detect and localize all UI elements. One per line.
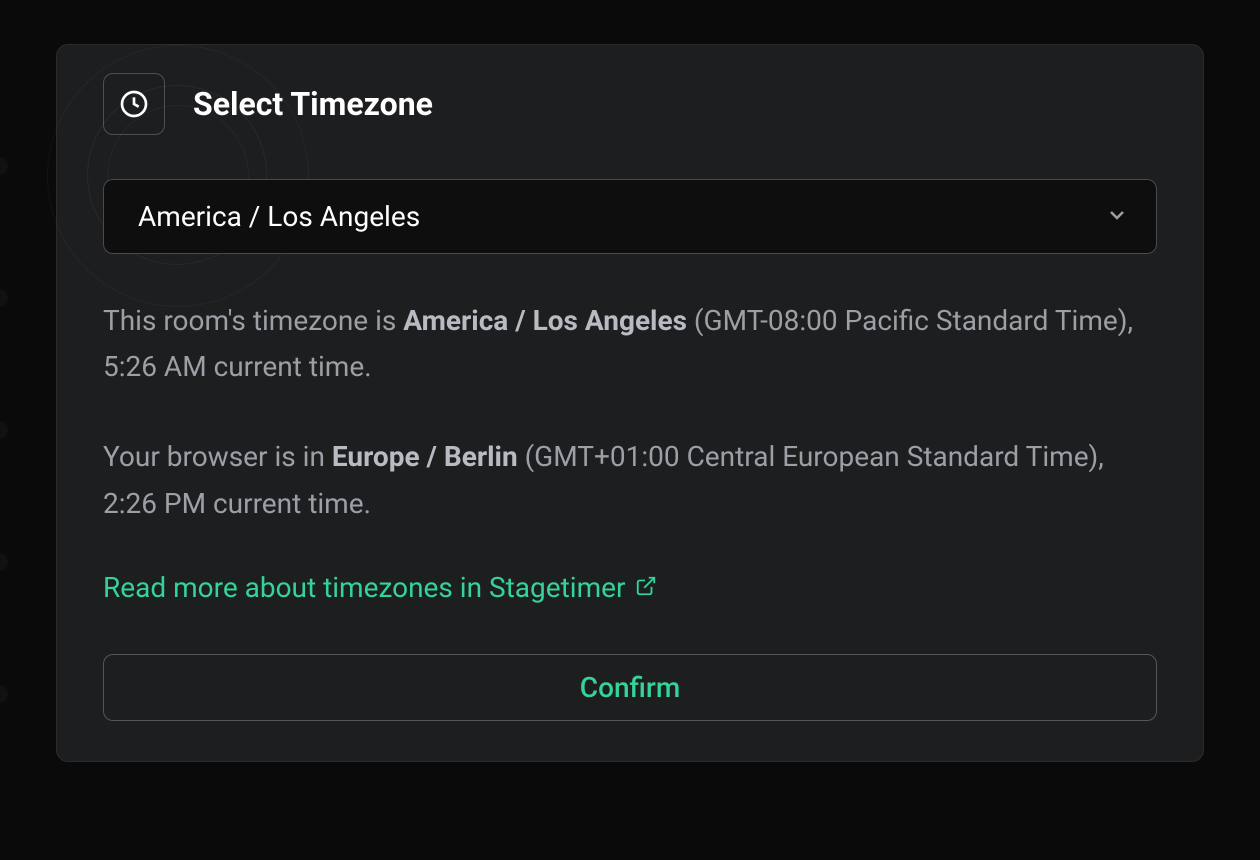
room-timezone-name: America / Los Angeles (403, 304, 687, 337)
background-decor-dots (0, 0, 20, 860)
timezone-info: This room's timezone is America / Los An… (103, 298, 1157, 527)
browser-timezone-prefix: Your browser is in (103, 440, 332, 473)
docs-link-row: Read more about timezones in Stagetimer (103, 571, 1157, 604)
timezone-select-value: America / Los Angeles (138, 200, 420, 233)
confirm-button[interactable]: Confirm (103, 654, 1157, 721)
browser-timezone-name: Europe / Berlin (332, 440, 518, 473)
browser-timezone-line: Your browser is in Europe / Berlin (GMT+… (103, 434, 1157, 526)
dialog-title: Select Timezone (193, 85, 433, 123)
timezone-select[interactable]: America / Los Angeles (103, 179, 1157, 254)
room-timezone-prefix: This room's timezone is (103, 304, 403, 337)
timezone-select-wrap: America / Los Angeles (103, 179, 1157, 254)
timezone-dialog: Select Timezone America / Los Angeles Th… (56, 44, 1204, 762)
docs-link[interactable]: Read more about timezones in Stagetimer (103, 571, 657, 604)
dialog-header: Select Timezone (103, 73, 1157, 135)
docs-link-label: Read more about timezones in Stagetimer (103, 571, 625, 604)
clock-icon (103, 73, 165, 135)
external-link-icon (635, 571, 657, 604)
room-timezone-line: This room's timezone is America / Los An… (103, 298, 1157, 390)
